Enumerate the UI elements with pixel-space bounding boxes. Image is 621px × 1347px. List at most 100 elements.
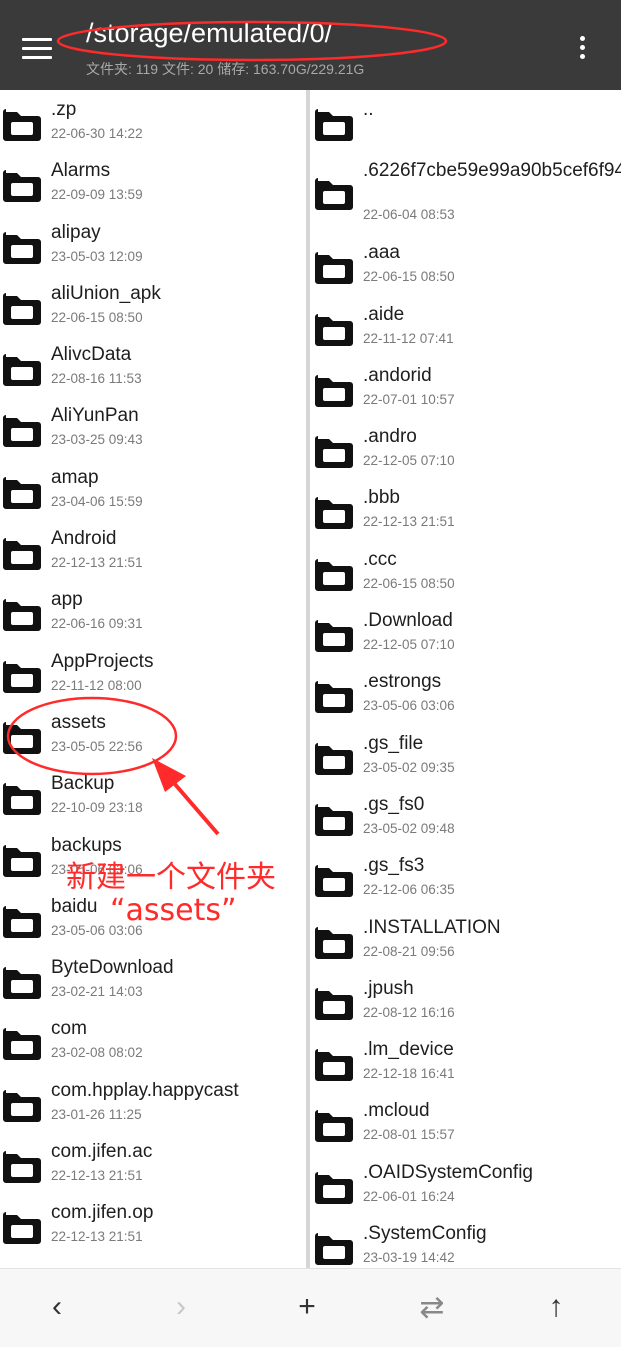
folder-row[interactable]: .ccc 22-06-15 08:50 <box>310 540 621 601</box>
forward-button[interactable]: › <box>161 1287 201 1327</box>
folder-modified-date: 23-02-21 14:03 <box>51 984 143 1000</box>
folder-row[interactable]: .jpush 22-08-12 16:16 <box>310 969 621 1030</box>
folder-icon <box>315 109 353 141</box>
folder-row[interactable]: AliYunPan 23-03-25 09:43 <box>0 396 306 457</box>
folder-row[interactable]: .SystemConfig 23-03-19 14:42 <box>310 1214 621 1268</box>
folder-icon <box>315 803 353 836</box>
folder-modified-date: 23-02-08 08:02 <box>51 1045 143 1061</box>
folder-row[interactable]: .mcloud 22-08-01 15:57 <box>310 1091 621 1152</box>
folder-name: alipay <box>51 221 101 243</box>
folder-icon <box>315 313 353 346</box>
folder-modified-date: 22-09-09 13:59 <box>51 187 143 203</box>
folder-row[interactable]: .gs_fs0 23-05-02 09:48 <box>310 785 621 846</box>
folder-row[interactable]: ByteDownload 23-02-21 14:03 <box>0 948 306 1009</box>
storage-summary: 文件夹: 119 文件: 20 储存: 163.70G/229.21G <box>86 61 365 77</box>
folder-row[interactable]: .gs_file 23-05-02 09:35 <box>310 724 621 785</box>
folder-modified-date: 22-12-13 21:51 <box>363 514 455 530</box>
folder-name: com.hpplay.happycast <box>51 1079 239 1101</box>
folder-icon <box>315 1049 353 1082</box>
folder-name: app <box>51 589 83 611</box>
back-button[interactable]: ‹ <box>37 1287 77 1327</box>
folder-row[interactable]: .6226f7cbe59e99a90b5cef6f94f966fd 22-06-0… <box>310 151 621 233</box>
folder-name: AlivcData <box>51 344 132 366</box>
parent-directory-button[interactable]: ↑ <box>536 1287 576 1327</box>
folder-row[interactable]: AppProjects 22-11-12 08:00 <box>0 642 306 703</box>
folder-modified-date: 23-04-06 15:59 <box>51 493 143 509</box>
folder-modified-date: 23-03-19 14:42 <box>363 1250 455 1266</box>
folder-row[interactable]: .andorid 22-07-01 10:57 <box>310 356 621 417</box>
folder-icon <box>3 905 41 938</box>
folder-row[interactable]: .andro 22-12-05 07:10 <box>310 417 621 478</box>
folder-name: .SystemConfig <box>363 1223 487 1245</box>
folder-name: .. <box>363 99 374 120</box>
folder-name: .aide <box>363 303 405 325</box>
folder-name: AliYunPan <box>51 405 139 427</box>
right-file-pane[interactable]: .. .6226f7cbe59e99a90b5cef6f94f966fd 22-06… <box>310 90 621 1268</box>
folder-row[interactable]: .INSTALLATION 22-08-21 09:56 <box>310 908 621 969</box>
folder-row[interactable]: Backup 22-10-09 23:18 <box>0 764 306 825</box>
folder-modified-date: 22-12-06 06:35 <box>363 882 455 898</box>
folder-icon <box>315 558 353 591</box>
folder-row[interactable]: .OAIDSystemConfig 22-06-01 16:24 <box>310 1153 621 1214</box>
folder-row[interactable]: .aide 22-11-12 07:41 <box>310 295 621 356</box>
folder-modified-date: 23-05-05 22:56 <box>51 738 143 754</box>
folder-row[interactable]: assets 23-05-05 22:56 <box>0 703 306 764</box>
folder-row[interactable]: .aaa 22-06-15 08:50 <box>310 233 621 294</box>
folder-row[interactable]: app 22-06-16 09:31 <box>0 580 306 641</box>
folder-modified-date: 22-08-01 15:57 <box>363 1127 455 1143</box>
folder-name: .zp <box>51 99 77 120</box>
folder-icon <box>315 681 353 714</box>
folder-name: .andorid <box>363 364 432 386</box>
folder-row[interactable]: .zp 22-06-30 14:22 <box>0 90 306 151</box>
folder-row[interactable]: amap 23-04-06 15:59 <box>0 458 306 519</box>
swap-panes-button[interactable]: ⇄ <box>412 1287 452 1327</box>
folder-icon <box>315 436 353 469</box>
folder-row[interactable]: com.jifen.op 22-12-13 21:51 <box>0 1193 306 1254</box>
folder-row[interactable]: aliUnion_apk 22-06-15 08:50 <box>0 274 306 335</box>
more-options-icon[interactable] <box>577 36 587 62</box>
folder-name: .gs_file <box>363 732 424 754</box>
folder-name: aliUnion_apk <box>51 282 161 304</box>
folder-modified-date: 22-06-30 14:22 <box>51 126 143 141</box>
folder-row[interactable]: Alarms 22-09-09 13:59 <box>0 151 306 212</box>
folder-row[interactable]: AlivcData 22-08-16 11:53 <box>0 335 306 396</box>
folder-row[interactable]: alipay 23-05-03 12:09 <box>0 213 306 274</box>
add-button[interactable]: + <box>287 1287 327 1327</box>
folder-row[interactable]: .estrongs 23-05-06 03:06 <box>310 662 621 723</box>
parent-directory-row[interactable]: .. <box>310 90 621 151</box>
left-file-pane[interactable]: .zp 22-06-30 14:22 Alarms 22-09-09 13:59 ali… <box>0 90 306 1268</box>
folder-modified-date: 22-06-15 08:50 <box>51 309 143 325</box>
folder-name: .andro <box>363 426 417 448</box>
folder-row[interactable] <box>0 1255 306 1268</box>
folder-row[interactable]: .Download 22-12-05 07:10 <box>310 601 621 662</box>
folder-row[interactable]: .bbb 22-12-13 21:51 <box>310 478 621 539</box>
folder-name: com.jifen.op <box>51 1202 154 1224</box>
folder-icon <box>3 1089 41 1122</box>
folder-name: assets <box>51 711 106 733</box>
annotation-text-line1: 新建一个文件夹 <box>66 860 276 895</box>
folder-modified-date: 22-12-05 07:10 <box>363 453 455 469</box>
folder-row[interactable]: .lm_device 22-12-18 16:41 <box>310 1030 621 1091</box>
folder-name: .estrongs <box>363 671 442 693</box>
folder-icon <box>315 620 353 653</box>
folder-icon <box>3 844 41 877</box>
folder-row[interactable]: .gs_fs3 22-12-06 06:35 <box>310 846 621 907</box>
folder-icon <box>3 476 41 509</box>
folder-icon <box>3 292 41 325</box>
folder-name: .bbb <box>363 487 400 509</box>
folder-modified-date: 22-10-09 23:18 <box>51 800 143 816</box>
hamburger-menu-icon[interactable] <box>22 38 52 60</box>
folder-name: .mcloud <box>363 1100 430 1122</box>
folder-name: .ccc <box>363 548 397 570</box>
folder-row[interactable]: com.hpplay.happycast 23-01-26 11:25 <box>0 1071 306 1132</box>
folder-name: AppProjects <box>51 650 154 672</box>
folder-icon <box>3 1151 41 1184</box>
folder-modified-date: 22-06-15 08:50 <box>363 269 455 285</box>
folder-name: .6226f7cbe59e99a90b5cef6f94f966fd <box>363 160 621 182</box>
folder-row[interactable]: com.jifen.ac 22-12-13 21:51 <box>0 1132 306 1193</box>
folder-row[interactable]: Android 22-12-13 21:51 <box>0 519 306 580</box>
folder-icon <box>315 497 353 530</box>
folder-icon <box>3 1212 41 1245</box>
folder-name: Alarms <box>51 160 111 182</box>
folder-row[interactable]: com 23-02-08 08:02 <box>0 1009 306 1070</box>
